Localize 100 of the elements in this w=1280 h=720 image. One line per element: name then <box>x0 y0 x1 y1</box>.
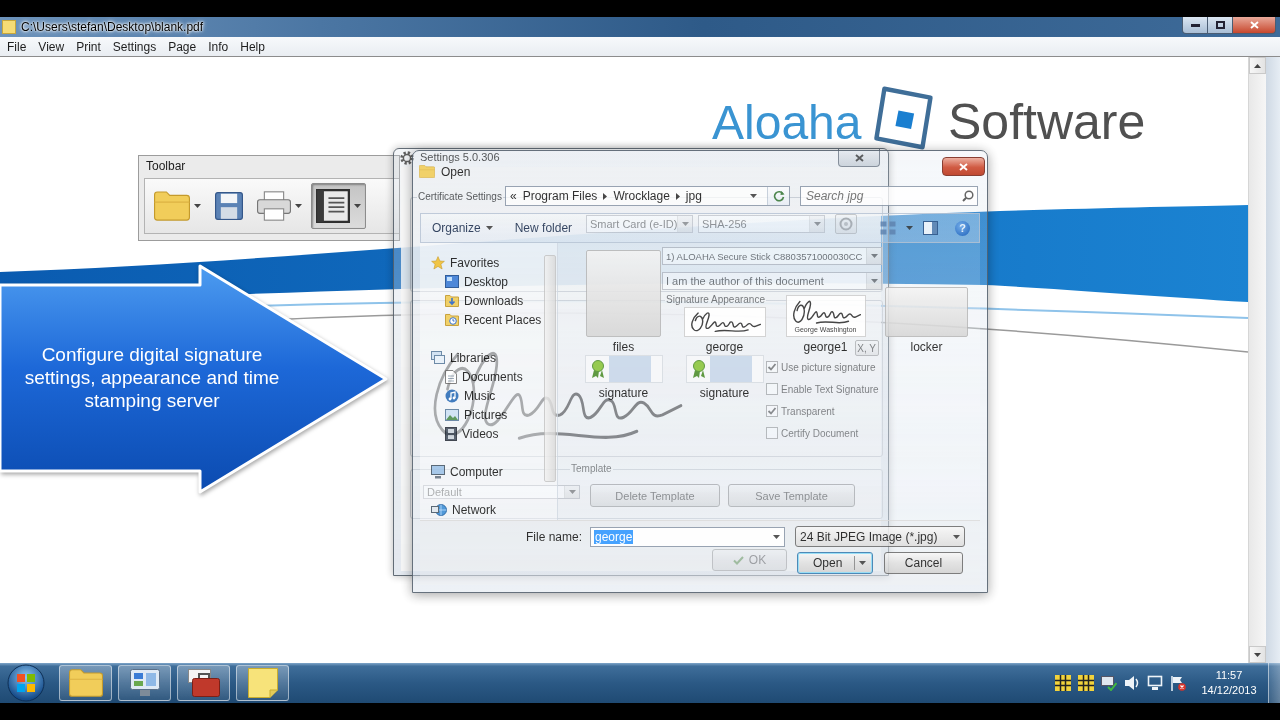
folder-icon <box>154 191 190 221</box>
file-label[interactable]: signature <box>699 386 750 400</box>
computer-icon <box>431 464 445 479</box>
library-icon <box>431 351 445 364</box>
download-folder-icon <box>445 294 459 307</box>
menu-item[interactable]: Page <box>162 39 203 54</box>
file-type-dropdown[interactable]: 24 Bit JPEG Image (*.jpg) <box>795 526 965 547</box>
monitor-icon <box>129 669 160 697</box>
file-label[interactable]: george <box>705 340 744 354</box>
group-label: Signature Appearance <box>665 294 766 306</box>
nav-item[interactable]: Recent Places <box>420 310 544 329</box>
scroll-down-button[interactable] <box>1249 646 1266 663</box>
checkbox[interactable] <box>766 383 778 395</box>
nav-item[interactable]: Network <box>420 500 498 519</box>
sticky-note-icon <box>247 668 278 698</box>
nav-item[interactable]: Desktop <box>420 272 511 291</box>
callout-text: Configure digital signature settings, appearance and time stamping server <box>23 343 281 412</box>
monitor-icon[interactable] <box>1147 675 1163 691</box>
panel-title: Toolbar <box>145 158 186 175</box>
nav-item[interactable]: Favorites <box>420 253 502 272</box>
file-label[interactable]: files <box>612 340 635 354</box>
menu-item[interactable]: Help <box>234 39 271 54</box>
ribbon-icon <box>590 360 605 378</box>
caret-icon <box>194 204 201 208</box>
taskbar-button[interactable] <box>59 665 112 701</box>
folder-icon <box>419 165 435 178</box>
document-icon <box>445 369 457 384</box>
certificate-dropdown[interactable]: 1) ALOAHA Secure Stick C8803571000030CC <box>662 247 882 265</box>
refresh-button[interactable] <box>767 187 789 205</box>
window-title: C:\Users\stefan\Desktop\blank.pdf <box>21 20 204 34</box>
desktop-icon <box>445 275 459 288</box>
taskbar-button[interactable] <box>118 665 171 701</box>
taskbar-button[interactable] <box>236 665 289 701</box>
checkbox-label: Enable Text Signature <box>781 383 879 395</box>
close-button[interactable] <box>942 157 985 176</box>
grid-icon <box>1055 675 1071 691</box>
nav-item[interactable]: Pictures <box>420 405 510 424</box>
toolbox-icon <box>187 669 220 697</box>
nav-item[interactable]: Libraries <box>420 348 499 367</box>
logo-icon <box>872 85 934 151</box>
printer-icon <box>257 191 291 221</box>
maximize-icon <box>1215 21 1225 29</box>
address-bar[interactable]: « Program Files Wrocklage jpg <box>505 186 790 206</box>
minimize-button[interactable] <box>1182 17 1208 34</box>
checkbox-label: Use picture signature <box>781 361 876 373</box>
breadcrumb-item[interactable]: jpg <box>685 189 702 203</box>
film-icon <box>445 426 457 441</box>
nav-item[interactable]: Videos <box>420 424 501 443</box>
nav-item[interactable]: Downloads <box>420 291 526 310</box>
file-label[interactable]: locker <box>910 340 943 354</box>
star-icon <box>431 255 445 270</box>
cancel-button[interactable]: Cancel <box>884 552 963 574</box>
caret-icon <box>952 534 960 539</box>
signature-drawing <box>790 298 861 326</box>
taskbar-button[interactable] <box>177 665 230 701</box>
menu-item[interactable]: File <box>1 39 33 54</box>
nav-item[interactable]: Music <box>420 386 498 405</box>
close-button[interactable] <box>838 149 880 167</box>
clock-date: 14/12/2013 <box>1201 683 1257 698</box>
breadcrumb-item[interactable]: Wrocklage <box>613 189 670 203</box>
group-label: Template <box>570 463 613 475</box>
caret-icon <box>681 222 689 226</box>
organize-button[interactable]: Organize <box>427 217 498 239</box>
search-field[interactable]: Search jpg <box>800 186 978 206</box>
checkbox[interactable] <box>766 427 778 439</box>
new-folder-button[interactable]: New folder <box>509 217 578 239</box>
nav-item[interactable]: Documents <box>420 367 525 386</box>
nav-item[interactable]: Computer <box>420 462 505 481</box>
ribbon-icon <box>691 360 706 378</box>
breadcrumb-overflow[interactable]: « <box>510 189 517 203</box>
maximize-button[interactable] <box>1208 17 1233 34</box>
open-button[interactable]: Open <box>797 552 873 574</box>
scroll-up-button[interactable] <box>1249 57 1266 74</box>
picture-icon <box>445 408 459 421</box>
caret-icon <box>772 534 780 539</box>
file-label[interactable]: signature <box>598 386 649 400</box>
menu-item[interactable]: Info <box>202 39 235 54</box>
close-icon <box>959 162 968 171</box>
menu-item[interactable]: Settings <box>106 39 163 54</box>
caret-icon <box>870 254 878 258</box>
menu-item[interactable]: Print <box>70 39 107 54</box>
breadcrumb-item[interactable]: Program Files <box>522 189 598 203</box>
group-label: Certificate Settings <box>417 191 503 203</box>
computer-check-icon[interactable] <box>1101 675 1117 691</box>
recent-folder-icon <box>445 313 459 326</box>
start-button[interactable] <box>7 664 45 702</box>
flag-icon[interactable] <box>1170 675 1186 691</box>
checkbox[interactable] <box>766 361 778 373</box>
speaker-icon[interactable] <box>1124 675 1140 691</box>
toolbar-button[interactable] <box>311 183 366 229</box>
caret-icon <box>870 279 878 283</box>
clock-time: 11:57 <box>1215 668 1243 683</box>
menu-item[interactable]: View <box>32 39 71 54</box>
close-icon <box>854 153 864 162</box>
checkbox-label: Certify Document <box>781 427 859 439</box>
close-button[interactable] <box>1233 17 1276 34</box>
checkbox[interactable] <box>766 405 778 417</box>
file-label[interactable]: george1 <box>803 340 848 354</box>
refresh-icon <box>772 190 785 202</box>
reason-dropdown[interactable]: I am the author of this document <box>662 272 882 290</box>
